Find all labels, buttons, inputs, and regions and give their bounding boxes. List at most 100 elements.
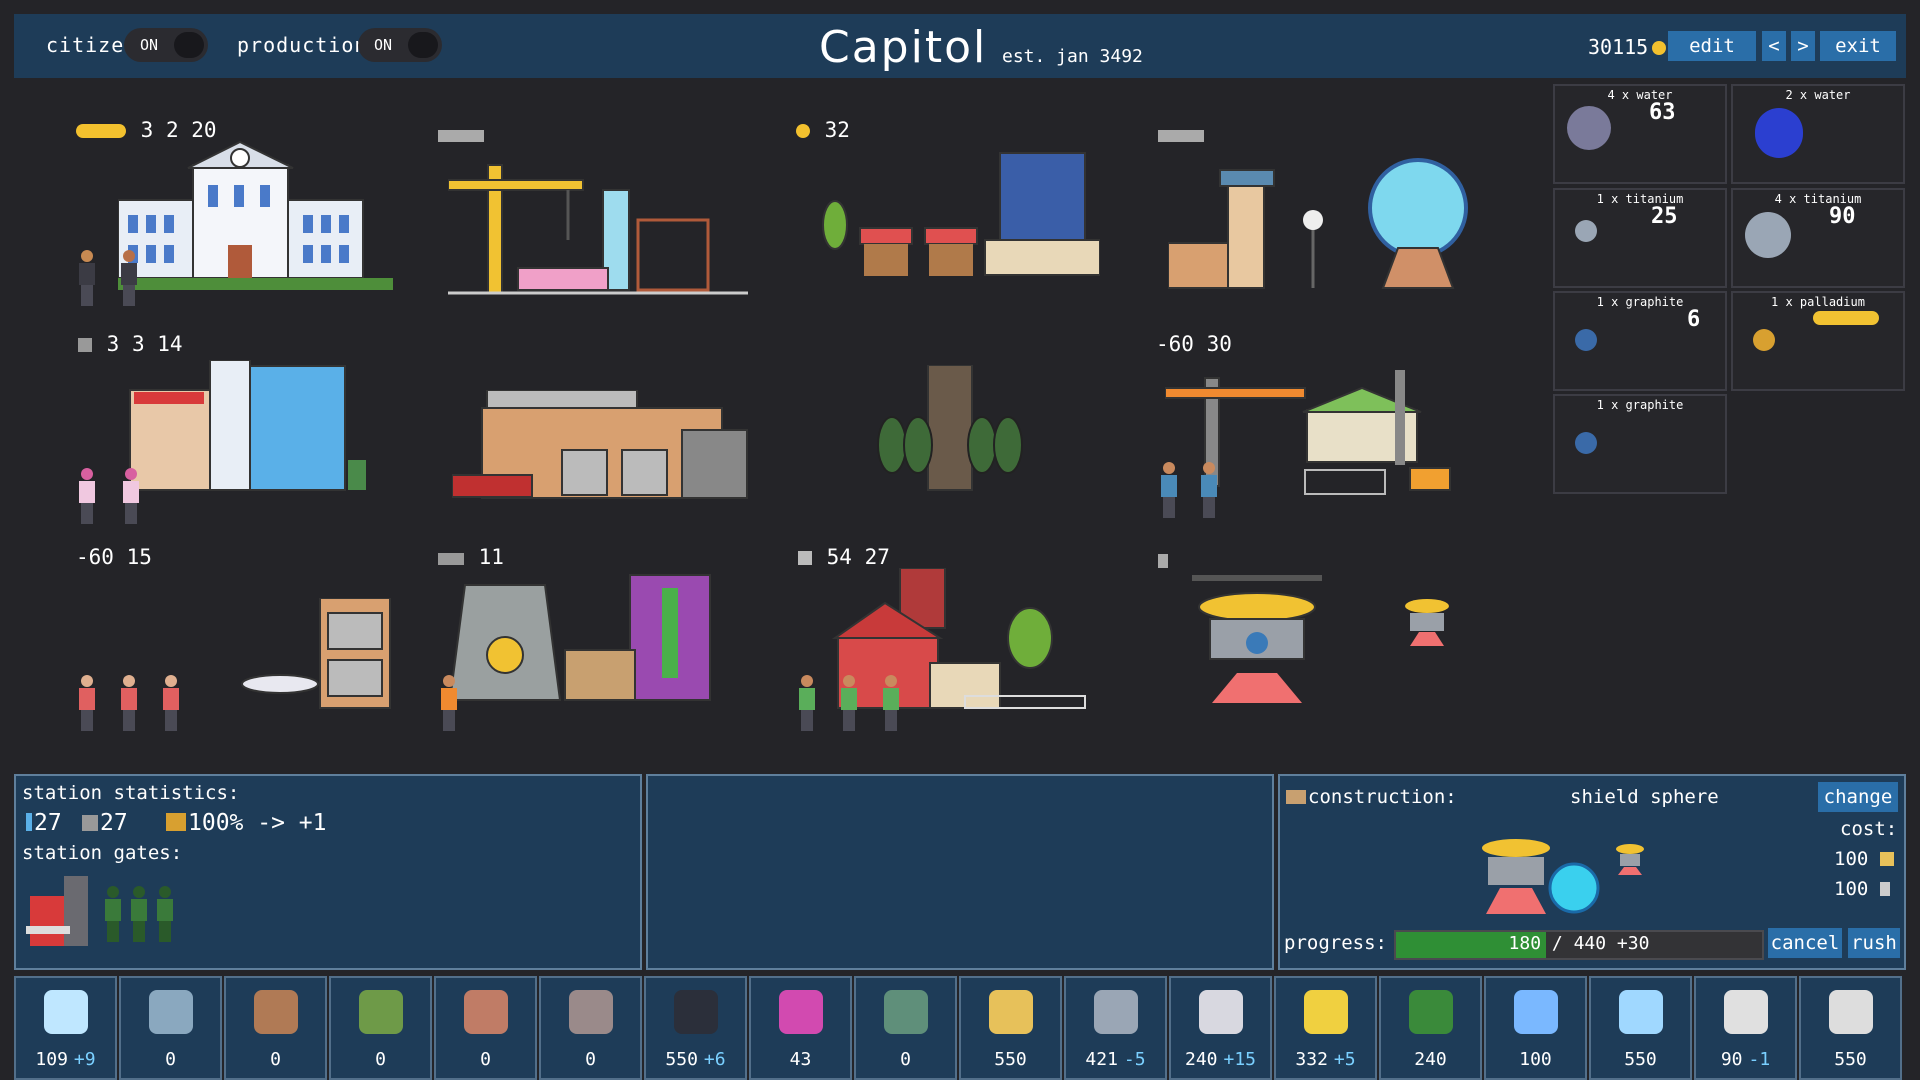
palladium-icon	[1753, 329, 1775, 351]
next-button[interactable]: >	[1791, 31, 1815, 61]
battery-icon	[1158, 554, 1168, 568]
coin-value: 30115	[1588, 35, 1649, 59]
resource-slot-titanium[interactable]: 421 -5	[1064, 976, 1167, 1080]
antenna-icon	[1829, 990, 1873, 1034]
drone-small-art	[1405, 599, 1449, 646]
resource-slot-bottles[interactable]: 0	[329, 976, 432, 1080]
capitol-stats-text: 3 2 20	[140, 118, 217, 142]
resource-slot-atom[interactable]: 550	[1589, 976, 1692, 1080]
cost-label: cost:	[1840, 818, 1898, 840]
rocket-factory[interactable]	[447, 150, 748, 298]
resource-card-graphite-2[interactable]: 1 x graphite	[1553, 394, 1727, 494]
ad-agency-building[interactable]	[120, 359, 370, 495]
shield-sphere-art	[1482, 839, 1600, 914]
cancel-button[interactable]: cancel	[1768, 928, 1842, 958]
sponge-icon	[1879, 852, 1894, 866]
resource-card-palladium-1[interactable]: 1 x palladium	[1731, 291, 1905, 391]
ore-icon	[254, 990, 298, 1034]
resource-amount: 90 -1	[1696, 1049, 1795, 1070]
drone-mini-art	[1616, 844, 1644, 875]
citizen-figure	[798, 675, 816, 731]
spaceport-building[interactable]	[1167, 148, 1478, 296]
spaceport-art	[1167, 158, 1468, 289]
resource-slot-blueprint[interactable]: 0	[119, 976, 222, 1080]
market-building[interactable]	[820, 150, 1101, 282]
resource-value: 550	[1624, 1049, 1657, 1070]
citizen-figure	[840, 675, 858, 731]
resource-slot-building[interactable]: 0	[434, 976, 537, 1080]
resource-slot-water[interactable]: 109 +9	[14, 976, 117, 1080]
warehouse-building[interactable]	[451, 389, 752, 505]
power-plant[interactable]	[430, 570, 750, 705]
blueprint-icon	[149, 990, 193, 1034]
resource-slot-canister[interactable]: 0	[854, 976, 957, 1080]
graphite-icon	[674, 990, 718, 1034]
citizen-figure	[122, 468, 140, 524]
resource-amount: 0	[121, 1049, 220, 1070]
cost-value: 100	[1834, 878, 1869, 900]
resource-card-water-2[interactable]: 2 x water	[1731, 84, 1905, 184]
hangar-building[interactable]	[240, 597, 395, 710]
battery-icon	[1158, 130, 1204, 142]
top-bar: citizen ON production ON Capitol est. ja…	[14, 14, 1906, 78]
resource-value: 0	[165, 1049, 176, 1070]
citizen-toggle[interactable]: ON	[124, 28, 208, 62]
farm-building[interactable]	[830, 567, 1090, 718]
resource-value: 0	[480, 1049, 491, 1070]
resource-slot-mesh[interactable]: 43	[749, 976, 852, 1080]
citizen-figure	[440, 675, 458, 731]
capitol-building[interactable]	[117, 140, 393, 290]
titanium-icon	[1094, 990, 1138, 1034]
resource-card-title: 1 x palladium	[1771, 295, 1865, 309]
station-founded: est. jan 3492	[1002, 46, 1143, 67]
rush-button[interactable]: rush	[1848, 928, 1900, 958]
resource-slot-antenna[interactable]: 550	[1799, 976, 1902, 1080]
resource-amount: 550	[1591, 1049, 1690, 1070]
resource-slot-circuit[interactable]: 0	[539, 976, 642, 1080]
station-statistics-heading: station statistics:	[22, 782, 240, 804]
resource-slot-crystal[interactable]: 332 +5	[1274, 976, 1377, 1080]
apartment-building[interactable]	[870, 364, 1030, 497]
resource-card-graphite-1[interactable]: 1 x graphite 6	[1553, 291, 1727, 391]
citizen-figure	[162, 675, 180, 731]
resource-card-titanium-1[interactable]: 1 x titanium 25	[1553, 188, 1727, 288]
resource-card-titanium-4[interactable]: 4 x titanium 90	[1731, 188, 1905, 288]
housing-value: 27	[100, 810, 128, 836]
resource-slot-ore[interactable]: 0	[224, 976, 327, 1080]
resource-slot-rocket[interactable]: 240 +15	[1169, 976, 1272, 1080]
production-toggle[interactable]: ON	[358, 28, 442, 62]
market-stats: 32	[796, 118, 850, 142]
exit-button[interactable]: exit	[1820, 31, 1896, 61]
circuit-icon	[569, 990, 613, 1034]
water-blob-icon	[1755, 108, 1803, 158]
farm-stats: 54 27	[798, 545, 890, 569]
resource-slot-graphite[interactable]: 550 +6	[644, 976, 747, 1080]
resource-value: 550	[665, 1049, 698, 1070]
edit-button[interactable]: edit	[1668, 31, 1756, 61]
resource-card-water-4[interactable]: 4 x water 63	[1553, 84, 1727, 184]
prev-button[interactable]: <	[1762, 31, 1786, 61]
resource-delta: +6	[703, 1049, 726, 1070]
resource-slot-sponge[interactable]: 550	[959, 976, 1062, 1080]
resource-delta: -1	[1748, 1049, 1771, 1070]
power-plant-stats: 11	[438, 545, 504, 569]
resource-slot-battery[interactable]: 90 -1	[1694, 976, 1797, 1080]
drone-small[interactable]	[1402, 592, 1452, 648]
guard-figure	[104, 886, 122, 942]
resource-slot-chip[interactable]: 240	[1379, 976, 1482, 1080]
capitol-icon	[166, 813, 186, 831]
resource-value: 0	[375, 1049, 386, 1070]
station-gate-building[interactable]	[26, 876, 92, 946]
water-icon	[798, 551, 812, 565]
resource-slot-gem[interactable]: 100	[1484, 976, 1587, 1080]
rocket-icon	[1199, 990, 1243, 1034]
resource-amount: 0	[541, 1049, 640, 1070]
citizen-figure	[120, 675, 138, 731]
resource-amount: 240	[1381, 1049, 1480, 1070]
change-button[interactable]: change	[1818, 782, 1898, 812]
empty-panel	[646, 774, 1274, 970]
resource-amount: 109 +9	[16, 1049, 115, 1070]
resource-amount: 43	[751, 1049, 850, 1070]
resource-card-value: 63	[1649, 100, 1676, 125]
drone-bay[interactable]	[1192, 575, 1322, 705]
